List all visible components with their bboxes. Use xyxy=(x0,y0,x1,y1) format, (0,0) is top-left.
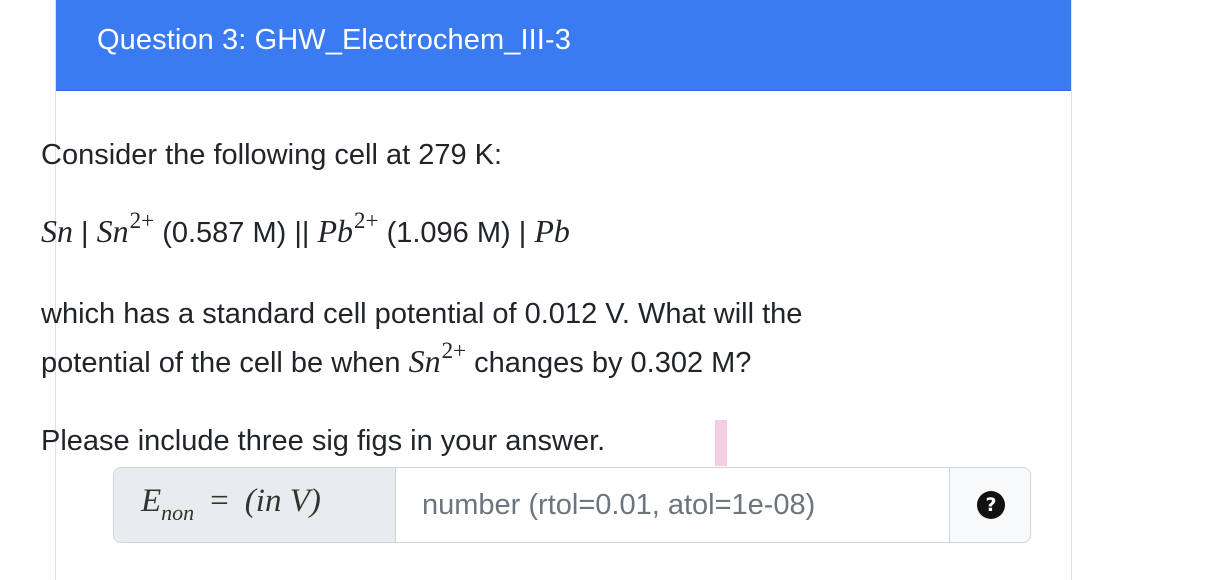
cathode-ion-charge: 2+ xyxy=(354,208,379,233)
sig-fig-instruction: Please include three sig figs in your an… xyxy=(41,425,606,457)
cathode-concentration: (1.096 M) | xyxy=(378,217,535,249)
cathode-ion: Pb xyxy=(317,213,354,249)
answer-input-group: Enon = (in V) ? xyxy=(113,467,1031,543)
equals-sign: = xyxy=(210,483,229,519)
question-title: Question 3: GHW_Electrochem_III-3 xyxy=(97,24,571,56)
question-intro: Consider the following cell at 279 K: xyxy=(41,139,503,171)
answer-label: Enon = (in V) xyxy=(114,468,396,542)
potential-symbol: E xyxy=(141,483,162,519)
help-icon[interactable]: ? xyxy=(977,491,1005,519)
question-line-2-end: changes by 0.302 M? xyxy=(466,347,752,379)
changing-ion-charge: 2+ xyxy=(441,338,467,363)
anode-ion-charge: 2+ xyxy=(129,208,155,233)
anode-symbol: Sn xyxy=(41,213,73,249)
changing-ion: Sn xyxy=(408,343,441,379)
unit-label: (in V) xyxy=(244,483,321,519)
cell-notation: Sn | Sn2+ (0.587 M) || Pb2+ (1.096 M) | … xyxy=(41,208,570,250)
help-button[interactable]: ? xyxy=(949,468,1030,542)
card-header: Question 3: GHW_Electrochem_III-3 xyxy=(56,0,1071,91)
question-line-2: potential of the cell be when Sn2+ chang… xyxy=(41,338,752,380)
cathode-symbol: Pb xyxy=(534,213,570,249)
anode-ion: Sn xyxy=(96,213,129,249)
question-line-1: which has a standard cell potential of 0… xyxy=(41,298,803,330)
cell-separator: | xyxy=(73,217,97,249)
answer-input[interactable] xyxy=(396,468,949,542)
text-cursor-highlight xyxy=(715,420,727,466)
potential-subscript: non xyxy=(161,500,195,525)
anode-concentration: (0.587 M) || xyxy=(154,217,318,249)
question-line-2-start: potential of the cell be when xyxy=(41,347,409,379)
